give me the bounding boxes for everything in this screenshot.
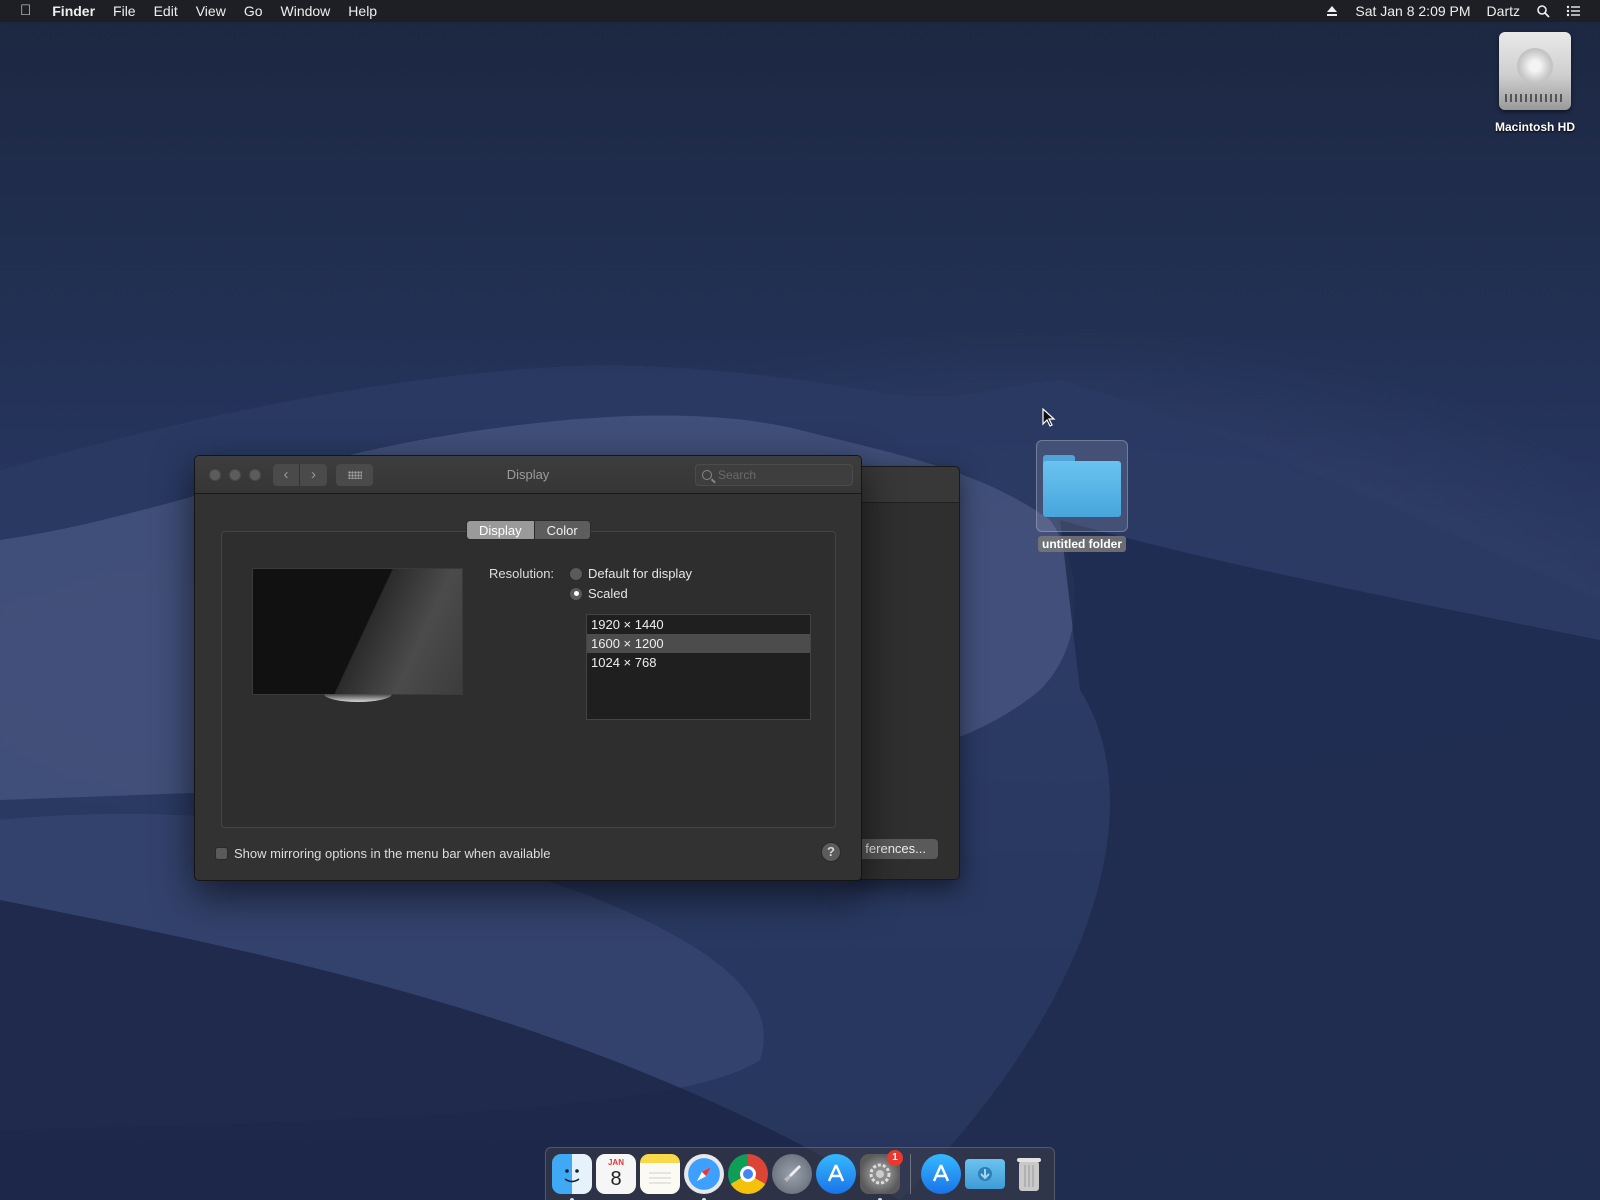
calendar-month: JAN bbox=[607, 1158, 624, 1167]
resolution-item[interactable]: 1024 × 768 bbox=[587, 653, 810, 672]
tab-display[interactable]: Display bbox=[466, 520, 535, 540]
menu-edit[interactable]: Edit bbox=[145, 0, 187, 22]
untitled-folder-desktop-icon[interactable]: untitled folder bbox=[1034, 440, 1130, 553]
spotlight-search-icon[interactable] bbox=[1536, 4, 1550, 18]
display-preferences-window: ‹ › Display Display Color Resolution: De… bbox=[194, 455, 862, 881]
default-for-display-radio[interactable] bbox=[569, 566, 583, 581]
menu-view[interactable]: View bbox=[187, 0, 235, 22]
notification-center-icon[interactable] bbox=[1566, 4, 1580, 18]
mirroring-option[interactable]: Show mirroring options in the menu bar w… bbox=[215, 846, 551, 861]
search-input[interactable] bbox=[718, 468, 838, 482]
background-window-titlebar[interactable] bbox=[846, 467, 959, 503]
notes-icon[interactable] bbox=[640, 1154, 680, 1194]
scaled-option[interactable]: Scaled bbox=[569, 586, 628, 601]
mirroring-checkbox[interactable] bbox=[215, 847, 228, 860]
menu-help[interactable]: Help bbox=[339, 0, 386, 22]
safari-icon[interactable] bbox=[684, 1154, 724, 1200]
menu-go[interactable]: Go bbox=[235, 0, 272, 22]
menu-app-name[interactable]: Finder bbox=[43, 0, 104, 22]
dock-separator bbox=[910, 1154, 911, 1194]
display-stand bbox=[324, 694, 392, 702]
launchpad-icon[interactable] bbox=[772, 1154, 812, 1194]
mirroring-label: Show mirroring options in the menu bar w… bbox=[234, 846, 551, 861]
menu-user[interactable]: Dartz bbox=[1479, 0, 1528, 22]
tab-control: Display Color bbox=[466, 520, 591, 540]
menu-bar:  Finder File Edit View Go Window Help S… bbox=[0, 0, 1600, 22]
resolution-item[interactable]: 1920 × 1440 bbox=[587, 615, 810, 634]
dock: JAN 8 1 bbox=[545, 1147, 1055, 1200]
chrome-icon[interactable] bbox=[728, 1154, 768, 1194]
menu-window[interactable]: Window bbox=[272, 0, 340, 22]
resolution-label: Resolution: bbox=[489, 566, 555, 581]
menu-file[interactable]: File bbox=[104, 0, 145, 22]
tab-color[interactable]: Color bbox=[534, 520, 591, 540]
folder-selection bbox=[1036, 440, 1128, 532]
finder-icon[interactable] bbox=[552, 1154, 592, 1200]
notification-badge: 1 bbox=[887, 1150, 903, 1166]
macintosh-hd-desktop-icon[interactable]: Macintosh HD bbox=[1480, 32, 1590, 134]
scaled-radio[interactable] bbox=[569, 586, 583, 601]
downloads-folder-icon[interactable] bbox=[965, 1159, 1005, 1189]
search-field[interactable] bbox=[695, 464, 853, 486]
app-store-icon-2[interactable] bbox=[921, 1154, 961, 1194]
hard-drive-label: Macintosh HD bbox=[1494, 120, 1575, 134]
display-settings-panel: Resolution: Default for display Scaled 1… bbox=[221, 531, 836, 828]
eject-icon[interactable] bbox=[1325, 4, 1339, 18]
folder-icon bbox=[1043, 455, 1121, 517]
hard-drive-icon bbox=[1499, 32, 1571, 110]
search-icon bbox=[702, 470, 712, 480]
folder-label[interactable]: untitled folder bbox=[1038, 536, 1126, 552]
app-store-icon[interactable] bbox=[816, 1154, 856, 1194]
display-preview-image bbox=[252, 568, 463, 695]
menu-datetime[interactable]: Sat Jan 8 2:09 PM bbox=[1347, 0, 1478, 22]
window-titlebar[interactable]: ‹ › Display bbox=[195, 456, 861, 494]
resolution-item-selected[interactable]: 1600 × 1200 bbox=[587, 634, 810, 653]
default-for-display-label: Default for display bbox=[588, 566, 693, 581]
resolution-list[interactable]: 1920 × 1440 1600 × 1200 1024 × 768 bbox=[586, 614, 811, 720]
system-preferences-icon[interactable]: 1 bbox=[860, 1150, 903, 1200]
scaled-label: Scaled bbox=[588, 586, 628, 601]
background-preferences-window[interactable]: ferences... bbox=[846, 466, 960, 880]
mouse-pointer-icon bbox=[1042, 408, 1056, 427]
trash-icon[interactable] bbox=[1009, 1154, 1049, 1194]
calendar-day: 8 bbox=[610, 1168, 622, 1190]
apple-menu-icon[interactable]:  bbox=[0, 0, 43, 22]
calendar-icon[interactable]: JAN 8 bbox=[596, 1154, 636, 1194]
default-for-display-option[interactable]: Default for display bbox=[569, 566, 692, 581]
help-button[interactable]: ? bbox=[821, 842, 841, 862]
